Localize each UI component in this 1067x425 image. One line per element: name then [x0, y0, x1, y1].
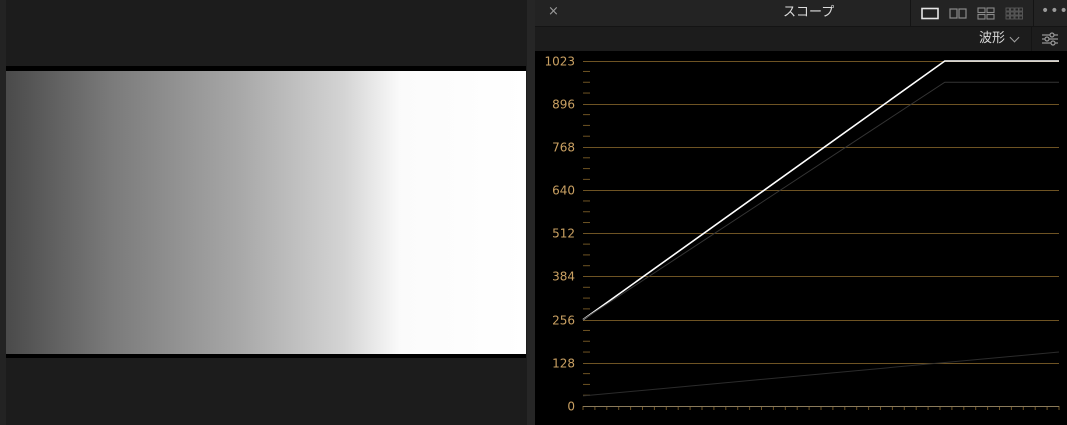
- scope-mode-dropdown[interactable]: 波形: [979, 31, 1020, 47]
- y-tick-label: 256: [552, 314, 575, 328]
- scope-title: スコープ: [783, 5, 835, 20]
- y-tick-label: 512: [552, 227, 575, 241]
- waveform-trace: [582, 351, 1060, 397]
- layout-single-icon[interactable]: [921, 7, 939, 20]
- y-tick-label: 128: [552, 357, 575, 371]
- more-icon[interactable]: •••: [1041, 3, 1067, 19]
- close-icon[interactable]: ×: [548, 4, 559, 20]
- layout-selector: [910, 0, 1034, 26]
- scope-mode-label: 波形: [979, 31, 1006, 46]
- waveform-scope: 0 128 256 384 512 640 768 896 1023: [535, 51, 1067, 425]
- layout-multi-icon[interactable]: [1005, 7, 1023, 20]
- waveform-trace: [582, 81, 1059, 321]
- viewer-panel: [0, 0, 527, 425]
- y-tick-label: 384: [552, 270, 575, 284]
- scope-panel: × スコープ ••• 波形 0 128 256 384 512 640 768 …: [535, 0, 1067, 425]
- settings-sliders-icon[interactable]: [1041, 31, 1059, 47]
- panel-divider[interactable]: [527, 0, 535, 425]
- scope-toolbar: 波形: [535, 27, 1067, 51]
- y-tick-label: 896: [552, 98, 575, 112]
- viewer-image-gradient: [6, 71, 526, 354]
- y-tick-label: 640: [552, 184, 575, 198]
- scope-titlebar: × スコープ •••: [535, 0, 1067, 27]
- y-tick-label: 1023: [544, 55, 575, 69]
- y-tick-label: 0: [567, 400, 575, 414]
- toolbar-separator: [1031, 27, 1032, 51]
- waveform-chart: 0 128 256 384 512 640 768 896 1023: [544, 55, 1060, 414]
- chevron-down-icon: [1009, 32, 1020, 42]
- layout-quad-icon[interactable]: [977, 7, 995, 20]
- layout-dual-icon[interactable]: [949, 7, 967, 20]
- y-tick-label: 768: [552, 141, 575, 155]
